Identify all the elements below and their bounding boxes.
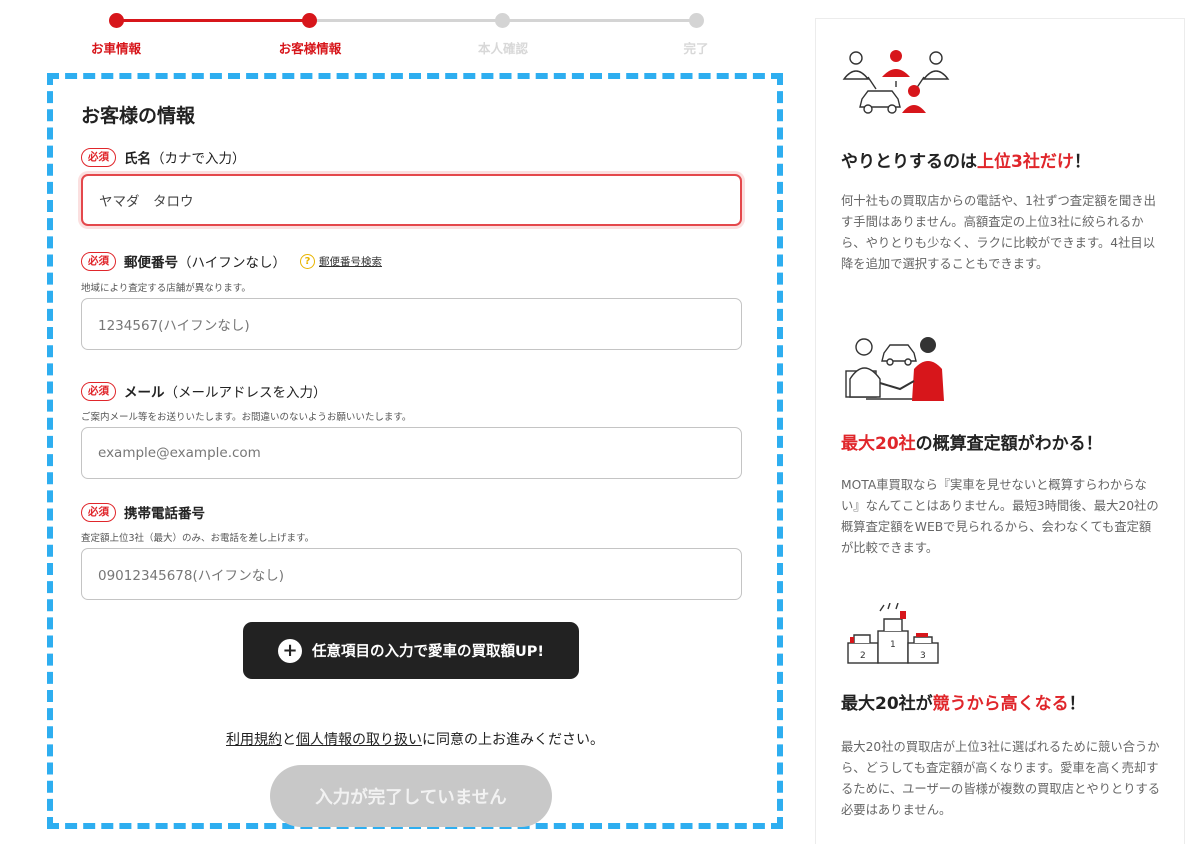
step-dot-car-info (109, 13, 124, 28)
form-title: お客様の情報 (81, 105, 196, 127)
email-input[interactable]: example@example.com (81, 427, 742, 479)
feature-1-title-pre: やりとりするのは (841, 152, 977, 172)
name-label: 氏名（カナで入力） (124, 147, 246, 167)
stepper-line-done (116, 19, 310, 22)
podium-rank-3: 3 (920, 651, 926, 661)
submit-button[interactable]: 入力が完了していません (270, 765, 552, 827)
optional-items-button[interactable]: + 任意項目の入力で愛車の買取額UP! (243, 622, 579, 679)
plus-circle-icon: + (277, 638, 302, 663)
name-input[interactable]: ヤマダ タロウ (81, 174, 742, 226)
features-side-panel: やりとりするのは上位3社だけ！ 何十社もの買取店からの電話や、1社ずつ査定額を聞… (815, 18, 1185, 844)
feature-3-title: 最大20社が競うから高くなる！ (841, 689, 1086, 714)
feature-1-title: やりとりするのは上位3社だけ！ (841, 147, 1091, 172)
step-dot-customer-info (302, 13, 317, 28)
handshake-car-illustration (845, 337, 944, 401)
ranking-podium-illustration: 1 2 3 (847, 603, 939, 664)
required-badge: 必須 (81, 381, 116, 401)
postal-input[interactable]: 1234567(ハイフンなし) (81, 298, 742, 350)
postal-label-main: 郵便番号 (124, 255, 178, 271)
feature-1-title-post: ！ (1073, 152, 1091, 172)
step-dot-complete (689, 13, 704, 28)
postal-label-note: （ハイフンなし） (178, 255, 286, 271)
customer-info-form: お客様の情報 必須 氏名（カナで入力） ヤマダ タロウ 必須 郵便番号（ハイフン… (47, 73, 783, 829)
step-label-customer-info: お客様情報 (278, 41, 342, 56)
phone-field-label: 必須 携帯電話番号 (81, 502, 205, 522)
postal-search-link[interactable]: ? 郵便番号検索 (300, 253, 382, 269)
postal-field-label: 必須 郵便番号（ハイフンなし） ? 郵便番号検索 (81, 251, 382, 271)
feature-2-title-post: の概算査定額がわかる！ (915, 434, 1103, 454)
feature-3-title-highlight: 競うから高くなる (932, 694, 1069, 714)
name-label-note: （カナで入力） (151, 151, 246, 167)
feature-3-title-post: ！ (1068, 694, 1086, 714)
postal-input-placeholder: 1234567(ハイフンなし) (98, 318, 250, 334)
feature-1-body: 何十社もの買取店からの電話や、1社ずつ査定額を聞き出す手間はありません。高額査定… (841, 194, 1156, 271)
phone-note: 査定額上位3社（最大）のみ、お電話を差し上げます。 (81, 533, 315, 544)
postal-note: 地域により査定する店舗が異なります。 (81, 283, 251, 294)
email-input-placeholder: example@example.com (98, 445, 261, 461)
phone-input-placeholder: 09012345678(ハイフンなし) (98, 568, 285, 584)
podium-rank-1: 1 (890, 640, 896, 650)
required-badge: 必須 (81, 251, 116, 271)
optional-items-label: 任意項目の入力で愛車の買取額UP! (311, 644, 544, 660)
required-badge: 必須 (81, 502, 116, 522)
progress-stepper: お車情報 お客様情報 本人確認 完了 (76, 8, 736, 58)
feature-2-body: MOTA車買取なら『実車を見せないと概算すらわからない』なんてことはありません。… (841, 478, 1159, 555)
terms-link[interactable]: 利用規約 (226, 732, 282, 748)
podium-rank-2: 2 (860, 651, 866, 661)
email-label: メール（メールアドレスを入力） (124, 381, 327, 401)
email-note: ご案内メール等をお送りいたします。お間違いのないようお願いいたします。 (81, 412, 412, 423)
postal-search-text: 郵便番号検索 (319, 255, 382, 268)
required-badge: 必須 (81, 147, 116, 167)
name-input-value: ヤマダ タロウ (99, 194, 194, 210)
question-circle-icon: ? (300, 253, 315, 269)
email-label-main: メール (124, 385, 165, 401)
people-negotiation-illustration (842, 50, 950, 114)
consent-and: と (282, 732, 296, 748)
feature-2-title-highlight: 最大20社 (841, 434, 916, 454)
feature-2-title: 最大20社の概算査定額がわかる！ (841, 429, 1103, 454)
phone-input[interactable]: 09012345678(ハイフンなし) (81, 548, 742, 600)
privacy-link[interactable]: 個人情報の取り扱い (296, 732, 422, 748)
feature-3-title-pre: 最大20社が (841, 694, 933, 714)
postal-label: 郵便番号（ハイフンなし） (124, 251, 286, 271)
email-label-note: （メールアドレスを入力） (164, 385, 327, 401)
feature-1-title-highlight: 上位3社だけ (977, 152, 1074, 172)
name-label-main: 氏名 (124, 151, 151, 167)
name-field-label: 必須 氏名（カナで入力） (81, 147, 246, 167)
email-field-label: 必須 メール（メールアドレスを入力） (81, 381, 327, 401)
step-label-complete: 完了 (683, 41, 709, 56)
step-dot-identity (495, 13, 510, 28)
feature-3-body: 最大20社の買取店が上位3社に選ばれるために競い合うから、どうしても査定額が高く… (841, 740, 1161, 817)
phone-label: 携帯電話番号 (124, 506, 205, 522)
step-label-car-info: お車情報 (90, 41, 142, 56)
consent-suffix: に同意の上お進みください。 (422, 732, 604, 748)
consent-text: 利用規約と個人情報の取り扱いに同意の上お進みください。 (53, 729, 777, 749)
step-label-identity: 本人確認 (477, 41, 529, 56)
